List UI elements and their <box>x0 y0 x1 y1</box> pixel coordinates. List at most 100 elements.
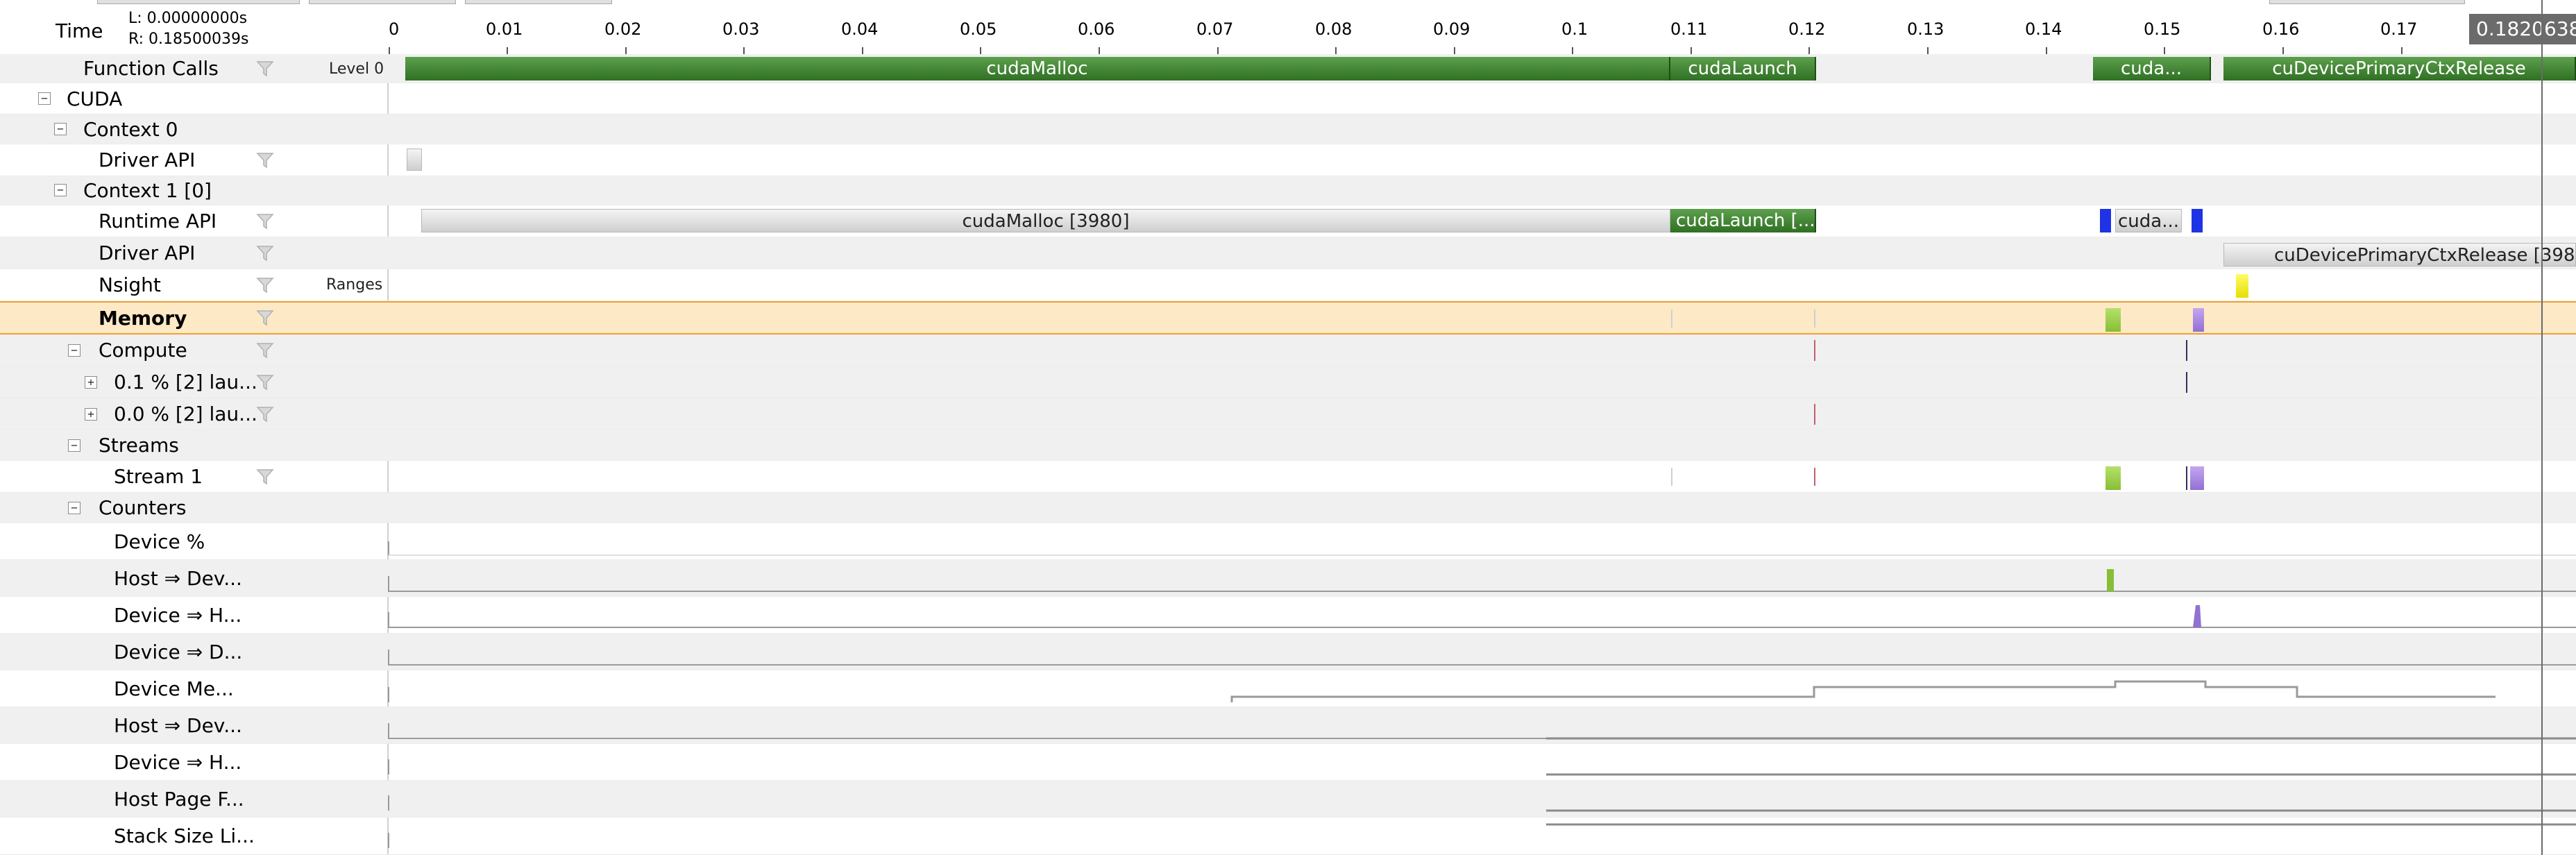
row-label: Device ⇒ H... <box>114 603 242 627</box>
tick-label: 0.07 <box>1196 19 1234 39</box>
row-label: Device % <box>114 530 205 553</box>
row-label: Host ⇒ Dev... <box>114 713 242 737</box>
bar-runtime-cudalaunch[interactable]: cudaLaunch [... <box>1670 209 1816 232</box>
tick-label: 0.02 <box>604 19 642 39</box>
time-cursor-line[interactable] <box>2541 0 2543 855</box>
bar-runtime-memcpy[interactable] <box>2192 209 2203 232</box>
tick-label: 0.13 <box>1907 19 1944 39</box>
collapse-icon[interactable]: − <box>38 92 51 105</box>
collapse-icon[interactable]: − <box>68 344 80 357</box>
row-stream1[interactable]: Stream 1 <box>0 461 2576 493</box>
bar-driver-cudeviceprimaryctxrelease[interactable]: cuDevicePrimaryCtxRelease [3980] <box>2223 243 2576 266</box>
row-cuda[interactable]: − CUDA <box>0 83 2576 115</box>
kernel-marker[interactable] <box>2186 372 2187 393</box>
row-device-memory[interactable]: Device Me... <box>0 670 2576 707</box>
row-context0[interactable]: − Context 0 <box>0 115 2576 144</box>
ranges-label: Ranges <box>326 276 383 294</box>
collapse-icon[interactable]: − <box>54 123 67 135</box>
row-label: Stream 1 <box>114 465 203 488</box>
row-device-to-host-1[interactable]: Device ⇒ H... <box>0 597 2576 634</box>
tick-label: 0.12 <box>1788 19 1826 39</box>
memcpy-dtoh-bar[interactable] <box>2193 308 2204 332</box>
row-label: CUDA <box>67 87 123 110</box>
collapse-icon[interactable]: − <box>68 502 80 514</box>
row-memory[interactable]: Memory <box>0 301 2576 335</box>
stream-memcpy-htod-bar[interactable] <box>2105 466 2121 490</box>
row-label: Driver API <box>99 149 196 171</box>
tick-label: 0.03 <box>722 19 760 39</box>
expand-icon[interactable]: + <box>85 408 97 421</box>
time-label: Time <box>56 19 103 42</box>
filter-icon[interactable] <box>255 373 275 392</box>
row-device-to-host-2[interactable]: Device ⇒ H... <box>0 744 2576 781</box>
row-streams[interactable]: − Streams <box>0 430 2576 461</box>
row-host-page-faults[interactable]: Host Page F... <box>0 781 2576 818</box>
collapse-icon[interactable]: − <box>54 184 67 196</box>
toolbar-stub-1[interactable] <box>97 0 300 4</box>
row-kernel-2[interactable]: + 0.0 % [2] lau... <box>0 398 2576 430</box>
bar-cudamalloc[interactable]: cudaMalloc <box>405 57 1670 81</box>
row-host-to-device-1[interactable]: Host ⇒ Dev... <box>0 560 2576 597</box>
filter-icon[interactable] <box>255 59 275 78</box>
row-label: Device Me... <box>114 677 234 700</box>
stream-kernel-marker[interactable] <box>1814 468 1815 486</box>
row-device-pct[interactable]: Device % <box>0 523 2576 560</box>
filter-icon[interactable] <box>255 341 275 360</box>
row-label: Runtime API <box>99 210 217 232</box>
bar-cuda-call[interactable]: cuda... <box>2093 57 2211 81</box>
memory-marker <box>1814 310 1815 328</box>
filter-icon[interactable] <box>255 212 275 231</box>
row-label: Host Page F... <box>114 787 244 811</box>
row-label: 0.1 % [2] lau... <box>114 371 257 393</box>
tick-label: 0.15 <box>2144 19 2181 39</box>
filter-icon[interactable] <box>255 276 275 295</box>
time-ruler[interactable]: 0 0.01 0.02 0.03 0.04 0.05 0.06 0.07 0.0… <box>389 0 2576 56</box>
stream-kernel-marker[interactable] <box>2186 466 2187 490</box>
row-label: 0.0 % [2] lau... <box>114 403 257 425</box>
bar-cudalaunch[interactable]: cudaLaunch <box>1670 57 1816 81</box>
row-kernel-1[interactable]: + 0.1 % [2] lau... <box>0 366 2576 398</box>
filter-icon[interactable] <box>255 405 275 424</box>
row-stack-size-limit[interactable]: Stack Size Li... <box>0 818 2576 855</box>
right-range: R: 0.18500039s <box>128 31 249 48</box>
row-label: Compute <box>99 339 187 362</box>
nsight-range-bar[interactable] <box>2236 274 2248 298</box>
row-driver-api-ctx0[interactable]: Driver API <box>0 144 2576 176</box>
memcpy-htod-bar[interactable] <box>2105 308 2121 332</box>
filter-icon[interactable] <box>255 308 275 328</box>
stream-memcpy-dtoh-bar[interactable] <box>2190 466 2204 490</box>
tick-label: 0.1 <box>1561 19 1588 39</box>
timeline-header: Time L: 0.00000000s R: 0.18500039s 0 0.0… <box>0 0 2576 56</box>
row-device-to-device[interactable]: Device ⇒ D... <box>0 634 2576 670</box>
row-context1[interactable]: − Context 1 [0] <box>0 176 2576 205</box>
driver-api-call-bar[interactable] <box>407 149 422 171</box>
filter-icon[interactable] <box>255 151 275 170</box>
tick-label: 0.04 <box>841 19 879 39</box>
tick-label: 0.14 <box>2025 19 2062 39</box>
row-label: Function Calls <box>83 57 219 80</box>
left-range: L: 0.00000000s <box>128 10 248 27</box>
row-driver-api-ctx1[interactable]: Driver API cuDevicePrimaryCtxRelease [39… <box>0 237 2576 269</box>
tick-label: 0.17 <box>2380 19 2418 39</box>
row-label: Device ⇒ D... <box>114 640 243 663</box>
row-host-to-device-2[interactable]: Host ⇒ Dev... <box>0 707 2576 744</box>
row-label: Nsight <box>99 273 161 296</box>
filter-icon[interactable] <box>255 244 275 263</box>
bar-runtime-cuda-call[interactable]: cuda... <box>2115 209 2182 232</box>
bar-runtime-memcpy[interactable] <box>2100 209 2111 232</box>
row-function-calls[interactable]: Function Calls Level 0 cudaMalloc cudaLa… <box>0 54 2576 83</box>
bar-runtime-cudamalloc[interactable]: cudaMalloc [3980] <box>421 209 1670 232</box>
expand-icon[interactable]: + <box>85 376 97 389</box>
row-label: Device ⇒ H... <box>114 750 242 774</box>
kernel-marker[interactable] <box>2186 340 2187 361</box>
kernel-marker[interactable] <box>1814 340 1815 361</box>
collapse-icon[interactable]: − <box>68 439 80 452</box>
bar-cudeviceprimaryctxrelease[interactable]: cuDevicePrimaryCtxRelease <box>2223 57 2576 81</box>
tick-label: 0.01 <box>486 19 523 39</box>
row-compute[interactable]: − Compute <box>0 335 2576 366</box>
row-nsight[interactable]: Nsight Ranges <box>0 269 2576 301</box>
kernel-marker[interactable] <box>1814 404 1815 425</box>
row-runtime-api[interactable]: Runtime API cudaMalloc [3980] cudaLaunch… <box>0 205 2576 237</box>
row-counters[interactable]: − Counters <box>0 493 2576 523</box>
filter-icon[interactable] <box>255 467 275 486</box>
